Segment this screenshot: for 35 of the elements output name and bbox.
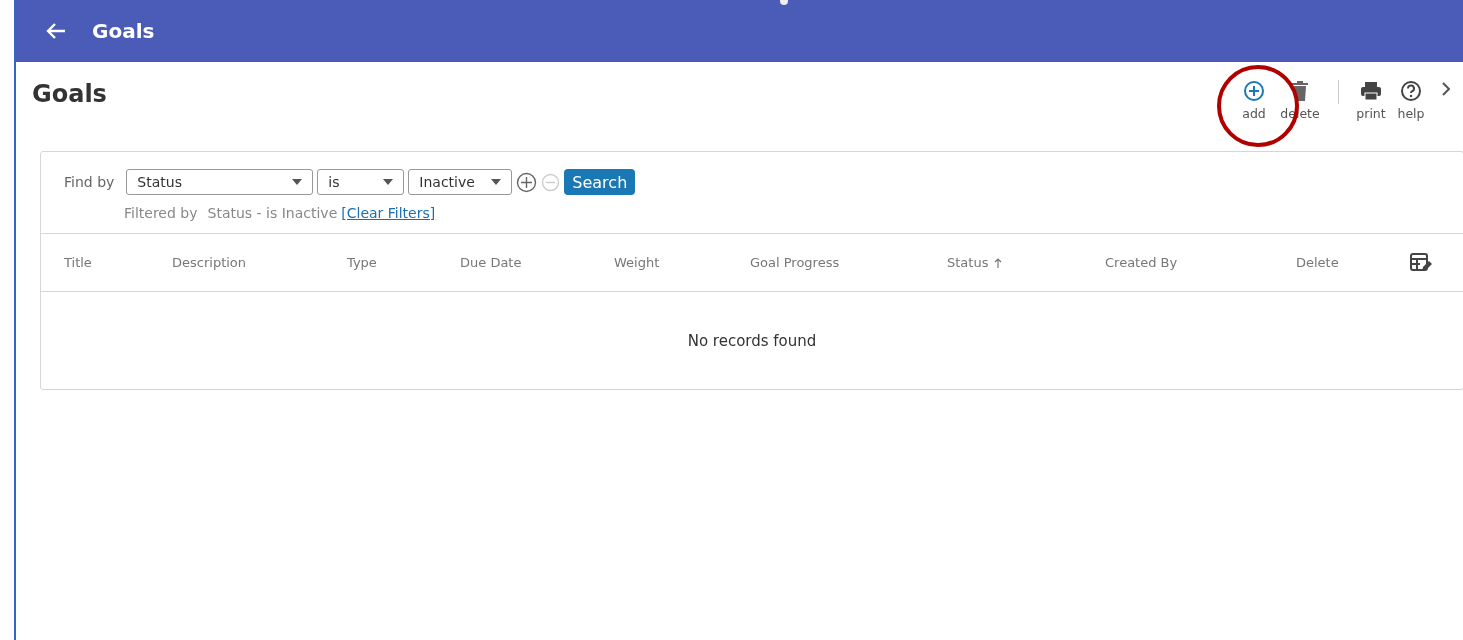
help-button[interactable]: help bbox=[1391, 80, 1431, 121]
trash-icon bbox=[1291, 80, 1309, 102]
page-title: Goals bbox=[32, 80, 107, 108]
caret-icon bbox=[383, 179, 394, 185]
search-button[interactable]: Search bbox=[564, 169, 636, 195]
value-select[interactable]: Inactive bbox=[408, 169, 513, 195]
column-header[interactable]: Status bbox=[947, 255, 1105, 270]
sort-arrow-icon bbox=[994, 257, 1003, 268]
add-icon bbox=[1243, 80, 1265, 102]
column-header[interactable]: Description bbox=[172, 255, 347, 270]
add-filter-icon[interactable] bbox=[516, 171, 538, 193]
field-select[interactable]: Status bbox=[126, 169, 314, 195]
operator-select[interactable]: is bbox=[317, 169, 405, 195]
column-header[interactable]: Created By bbox=[1105, 255, 1296, 270]
column-header[interactable]: Due Date bbox=[460, 255, 614, 270]
filter-summary: Status - is Inactive bbox=[207, 205, 338, 221]
empty-message: No records found bbox=[687, 331, 817, 350]
print-button[interactable]: print bbox=[1351, 80, 1391, 121]
column-header[interactable]: Title bbox=[64, 255, 172, 270]
filtered-by-label: Filtered by bbox=[124, 205, 198, 221]
column-header[interactable]: Delete bbox=[1296, 255, 1410, 270]
caret-icon bbox=[292, 179, 303, 185]
caret-icon bbox=[491, 179, 502, 185]
chevron-right-icon[interactable] bbox=[1441, 82, 1451, 96]
clear-filters-link[interactable]: [Clear Filters] bbox=[341, 205, 436, 221]
column-header[interactable]: Goal Progress bbox=[750, 255, 947, 270]
find-by-label: Find by bbox=[64, 174, 115, 190]
table-edit-icon[interactable] bbox=[1410, 252, 1432, 273]
header-title: Goals bbox=[92, 19, 155, 43]
help-icon bbox=[1400, 80, 1422, 102]
add-button[interactable]: add bbox=[1232, 80, 1276, 121]
printer-icon bbox=[1360, 80, 1382, 102]
column-header[interactable]: Type bbox=[347, 255, 460, 270]
back-arrow-icon[interactable] bbox=[46, 22, 66, 40]
column-header[interactable]: Weight bbox=[614, 255, 750, 270]
